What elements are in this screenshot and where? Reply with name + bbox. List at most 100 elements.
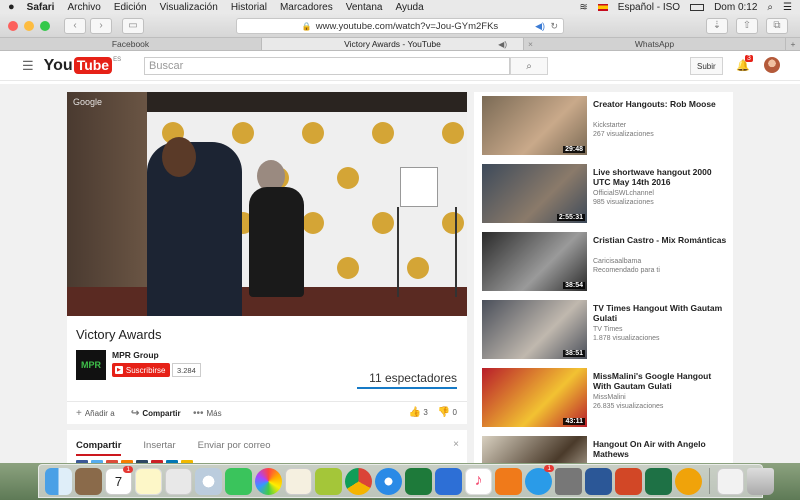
share-page-button[interactable]: ⇧ [736, 17, 758, 34]
menu-marcadores[interactable]: Marcadores [280, 2, 333, 13]
channel-name[interactable]: MPR Group [112, 350, 159, 360]
youtube-logo[interactable]: You Tube ES [44, 57, 121, 75]
close-tab-icon[interactable]: × [528, 39, 533, 49]
menu-archivo[interactable]: Archivo [67, 2, 100, 13]
reload-icon[interactable]: ↻ [550, 21, 558, 32]
back-button[interactable]: ‹ [64, 17, 86, 34]
share-tab-insertar[interactable]: Insertar [143, 440, 175, 456]
show-tabs-button[interactable]: ⧉ [766, 17, 788, 34]
recommendation-item[interactable]: 43:11 MissMalini's Google Hangout With Ga… [482, 368, 727, 428]
menu-list-icon[interactable]: ☰ [783, 2, 792, 13]
lock-icon: 🔒 [301, 21, 312, 31]
share-button[interactable]: ↪ Compartir [131, 408, 181, 419]
wifi-icon[interactable]: ≋ [579, 2, 587, 13]
powerpoint-icon[interactable] [615, 467, 642, 495]
video-thumbnail[interactable] [482, 436, 587, 463]
video-thumbnail[interactable]: 2:55:31 [482, 164, 587, 223]
video-thumbnail[interactable]: 29:48 [482, 96, 587, 155]
close-window-button[interactable] [8, 20, 18, 31]
recommendation-title[interactable]: Cristian Castro - Mix Románticas [593, 235, 728, 245]
close-share-button[interactable]: × [453, 439, 459, 450]
share-tab-compartir[interactable]: Compartir [76, 440, 122, 456]
fullscreen-window-button[interactable] [40, 20, 50, 31]
recommendation-item[interactable]: 38:54 Cristian Castro - Mix Románticas Car… [482, 232, 727, 292]
backdrop-seal [372, 122, 394, 144]
system-preferences-icon[interactable] [555, 467, 582, 495]
sidebar-button[interactable]: ▭ [122, 17, 144, 34]
hamburger-menu-icon[interactable]: ☰ [22, 58, 34, 74]
video-player[interactable]: Google [67, 92, 467, 316]
safari-icon[interactable] [375, 467, 402, 495]
recommendation-title[interactable]: Creator Hangouts: Rob Moose [593, 99, 728, 109]
ibooks-icon[interactable] [495, 467, 522, 495]
calendar-icon[interactable]: 7 1 [105, 465, 133, 495]
mail-icon[interactable] [285, 467, 312, 495]
recommendation-item[interactable]: Hangout On Air with Angelo Mathews [482, 436, 727, 463]
video-thumbnail[interactable]: 38:51 [482, 300, 587, 359]
speaker-icon[interactable]: ◀) [535, 21, 545, 32]
forward-button[interactable]: › [90, 17, 112, 34]
recommendation-title[interactable]: MissMalini's Google Hangout With Gautam … [593, 371, 728, 391]
tab-facebook[interactable]: Facebook [0, 38, 262, 50]
messages-icon[interactable] [195, 467, 222, 495]
more-button[interactable]: ••• Más [193, 408, 222, 419]
notes-book-icon[interactable] [75, 467, 102, 495]
search-input[interactable]: Buscar [144, 57, 510, 75]
search-icon[interactable]: ⌕ [767, 2, 773, 13]
video-thumbnail[interactable]: 43:11 [482, 368, 587, 427]
search-button[interactable]: ⌕ [510, 57, 548, 75]
video-title: Victory Awards [76, 327, 162, 342]
apple-icon[interactable]: ● [8, 1, 15, 13]
menu-historial[interactable]: Historial [231, 2, 267, 13]
tab-whatsapp[interactable]: × WhatsApp [524, 38, 786, 50]
contacts-icon[interactable] [315, 467, 342, 495]
trash-icon[interactable] [747, 467, 774, 495]
downloads-stack-icon[interactable] [717, 467, 744, 495]
dislike-button[interactable]: 👎 0 [438, 407, 457, 418]
recommendation-title[interactable]: TV Times Hangout With Gautam Gulati [593, 303, 728, 323]
itunes-icon[interactable]: ♪ [465, 467, 492, 495]
browser-toolbar: ‹ › ▭ 🔒 www.youtube.com/watch?v=Jou-GYm2… [0, 14, 800, 38]
new-tab-button[interactable]: + [786, 38, 800, 50]
app-store-icon[interactable]: 1 [525, 464, 554, 495]
minimize-window-button[interactable] [24, 20, 34, 31]
finder-icon[interactable] [45, 467, 72, 495]
menu-ventana[interactable]: Ventana [346, 2, 383, 13]
keynote-icon[interactable] [435, 467, 462, 495]
upload-button[interactable]: Subir [690, 57, 723, 75]
video-thumbnail[interactable]: 38:54 [482, 232, 587, 291]
subscribe-button[interactable]: ▶ Suscribirse [112, 363, 171, 377]
share-icon: ⇧ [742, 20, 752, 31]
recommendation-item[interactable]: 38:51 TV Times Hangout With Gautam Gulati… [482, 300, 727, 360]
excel-icon[interactable] [645, 467, 672, 495]
recommendation-item[interactable]: 2:55:31 Live shortwave hangout 2000 UTC M… [482, 164, 727, 224]
menu-ayuda[interactable]: Ayuda [395, 2, 423, 13]
menu-visualizacion[interactable]: Visualización [160, 2, 218, 13]
preview-icon[interactable] [165, 467, 192, 495]
numbers-icon[interactable] [405, 467, 432, 495]
downloads-button[interactable]: ⇣ [706, 17, 728, 34]
video-duration: 43:11 [563, 418, 585, 425]
facetime-icon[interactable] [225, 467, 252, 495]
photos-icon[interactable] [255, 467, 282, 495]
add-to-button[interactable]: + Añadir a [76, 408, 115, 419]
outlook-icon[interactable] [675, 467, 702, 495]
menu-edicion[interactable]: Edición [114, 2, 147, 13]
channel-logo[interactable]: MPR [76, 350, 106, 380]
recommendation-title[interactable]: Hangout On Air with Angelo Mathews [593, 439, 728, 459]
clock[interactable]: Dom 0:12 [714, 2, 757, 13]
share-tab-email[interactable]: Enviar por correo [198, 440, 271, 456]
input-source-label[interactable]: Español - ISO [618, 2, 680, 13]
recommendation-title[interactable]: Live shortwave hangout 2000 UTC May 14th… [593, 167, 728, 187]
word-icon[interactable] [585, 467, 612, 495]
address-bar[interactable]: 🔒 www.youtube.com/watch?v=Jou-GYm2FKs ◀)… [236, 18, 564, 34]
menu-safari[interactable]: Safari [27, 2, 55, 13]
recommendation-item[interactable]: 29:48 Creator Hangouts: Rob Moose Kickstar… [482, 96, 727, 156]
avatar[interactable] [764, 57, 780, 73]
like-button[interactable]: 👍 3 [409, 407, 428, 418]
chrome-icon[interactable] [345, 467, 372, 495]
tab-youtube[interactable]: Victory Awards - YouTube ◀) [262, 38, 524, 50]
tab-speaker-icon[interactable]: ◀) [498, 40, 507, 49]
notes-icon[interactable] [135, 467, 162, 495]
battery-icon[interactable] [690, 3, 705, 11]
